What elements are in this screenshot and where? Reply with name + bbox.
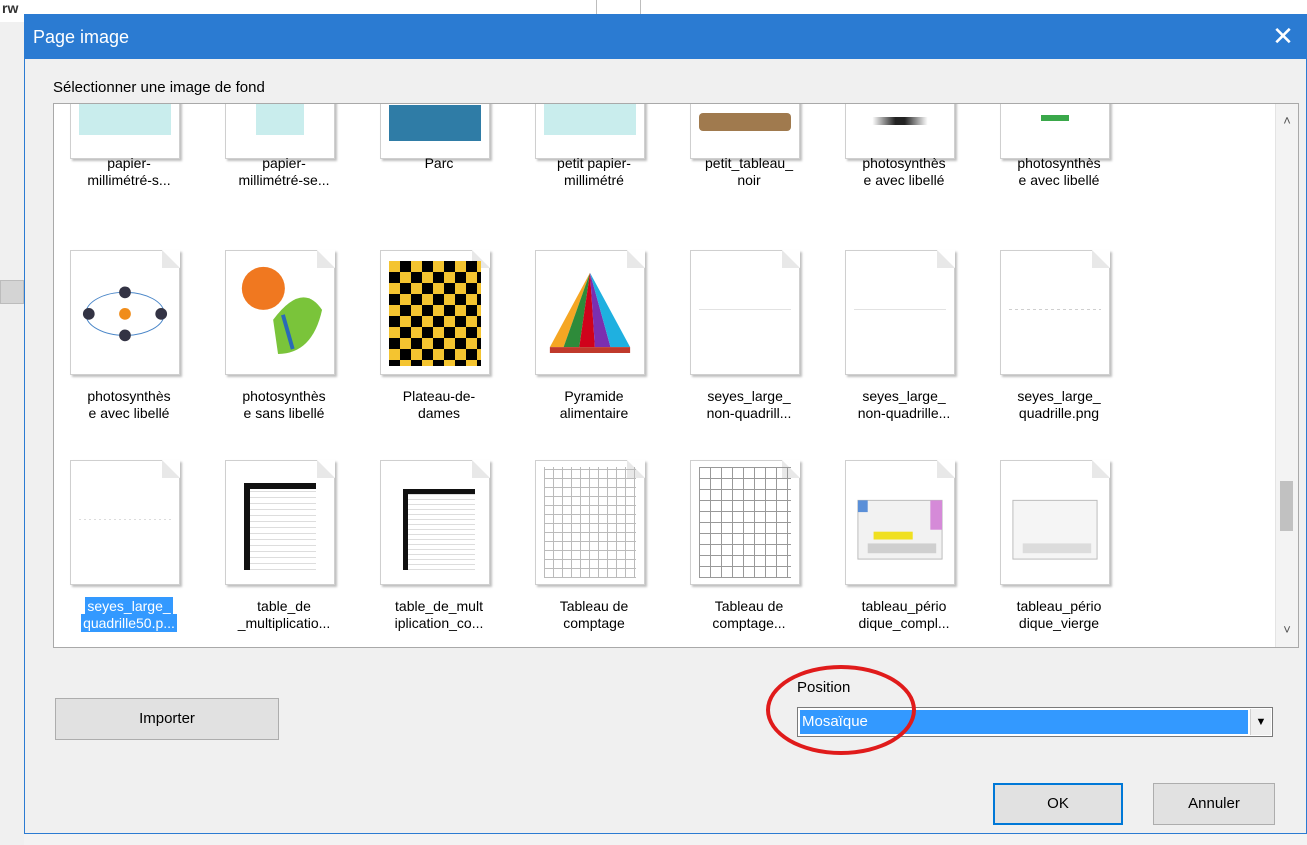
gallery-item[interactable]: table_de_mult iplication_co...: [364, 460, 514, 647]
close-icon[interactable]: ✕: [1268, 21, 1298, 51]
thumbnail-preview: [1009, 309, 1101, 310]
gallery-item[interactable]: photosynthès e avec libellé: [54, 250, 204, 450]
gallery-item-caption: papier-millimétré-s...: [87, 155, 171, 188]
thumbnail-preview: [854, 117, 946, 125]
gallery-scrollbar[interactable]: ˄ ˅: [1275, 104, 1298, 647]
thumbnail: [225, 250, 335, 375]
gallery-item-caption: photosynthès e avec libellé: [87, 388, 171, 421]
thumbnail: [845, 250, 955, 375]
cancel-button[interactable]: Annuler: [1153, 783, 1275, 825]
thumbnail-preview: [854, 309, 946, 310]
gallery-item[interactable]: table_de _multiplicatio...: [209, 460, 359, 647]
gallery-item-caption: Pyramide alimentaire: [559, 388, 629, 421]
thumbnail-preview: [544, 104, 636, 135]
thumbnail: [1000, 250, 1110, 375]
gallery-item[interactable]: Tableau de comptage: [519, 460, 669, 647]
gallery-item-caption: papier-millimétré-se...: [238, 155, 330, 188]
gallery-item[interactable]: tableau_pério dique_compl...: [829, 460, 979, 647]
gallery-item-caption-selected: seyes_large_ quadrille50.p...: [81, 597, 177, 632]
scroll-up-icon[interactable]: ˄: [1276, 110, 1298, 132]
thumbnail-preview: [82, 286, 168, 342]
thumbnail: [70, 460, 180, 585]
background-left-tab: [0, 280, 24, 304]
gallery-item[interactable]: seyes_large_ non-quadrill...: [674, 250, 824, 450]
image-gallery[interactable]: papier-millimétré-s... papier-millimétré…: [53, 103, 1299, 648]
dialog-title: Page image: [33, 27, 130, 47]
thumbnail: [70, 250, 180, 375]
gallery-item[interactable]: seyes_large_ quadrille50.p...: [54, 460, 204, 647]
thumbnail: [225, 460, 335, 585]
thumbnail-preview: [256, 104, 304, 135]
background-left-panel: [0, 22, 24, 845]
gallery-item-caption: tableau_pério dique_compl...: [858, 598, 950, 631]
gallery-item-caption: Tableau de comptage: [559, 598, 629, 631]
gallery-item-caption: photosynthès e avec libellé: [862, 155, 946, 188]
import-button[interactable]: Importer: [55, 698, 279, 740]
thumbnail-preview: [699, 309, 791, 310]
background-corner-text: rw: [2, 0, 19, 16]
gallery-item[interactable]: seyes_large_ non-quadrille...: [829, 250, 979, 450]
thumbnail: [380, 250, 490, 375]
thumbnail: [1000, 460, 1110, 585]
thumbnail: [225, 104, 335, 159]
gallery-item-caption: petit_tableau_ noir: [705, 155, 793, 188]
thumbnail-preview: [389, 261, 481, 366]
gallery-item-caption: table_de_mult iplication_co...: [394, 598, 484, 631]
thumbnail-preview: [79, 104, 171, 135]
gallery-item[interactable]: Plateau-de-dames: [364, 250, 514, 450]
thumbnail-preview: [544, 467, 636, 578]
gallery-item[interactable]: Tableau de comptage...: [674, 460, 824, 647]
gallery-item-caption: table_de _multiplicatio...: [237, 598, 331, 631]
page-image-dialog: Page image ✕ Sélectionner une image de f…: [24, 14, 1307, 834]
gallery-item-caption: petit papier-millimétré: [557, 155, 631, 188]
thumbnail-preview: [549, 272, 631, 353]
thumbnail-preview: [244, 483, 316, 570]
thumbnail: [70, 104, 180, 159]
select-background-label: Sélectionner une image de fond: [53, 79, 265, 96]
thumbnail-preview: [699, 113, 791, 131]
thumbnail: [535, 460, 645, 585]
thumbnail: [690, 460, 800, 585]
gallery-item-caption: seyes_large_ quadrille.png: [1017, 388, 1101, 421]
thumbnail: [535, 104, 645, 159]
scroll-down-icon[interactable]: ˅: [1276, 619, 1298, 641]
thumbnail: [380, 460, 490, 585]
thumbnail: [845, 104, 955, 159]
thumbnail-preview: [1041, 115, 1069, 121]
thumbnail-preview: [403, 489, 475, 570]
scroll-thumb[interactable]: [1280, 481, 1293, 531]
thumbnail-preview: [1012, 499, 1098, 560]
gallery-item[interactable]: photosynthès e sans libellé: [209, 250, 359, 450]
thumbnail-preview: [79, 519, 171, 520]
gallery-item-caption: photosynthès e sans libellé: [242, 388, 326, 421]
gallery-item[interactable]: Pyramide alimentaire: [519, 250, 669, 450]
gallery-item-caption: seyes_large_ non-quadrill...: [706, 388, 792, 421]
gallery-item[interactable]: tableau_pério dique_vierge: [984, 460, 1134, 647]
thumbnail: [690, 104, 800, 159]
gallery-item-caption: Tableau de comptage...: [712, 598, 786, 631]
thumbnail: [845, 460, 955, 585]
dialog-titlebar: Page image ✕: [25, 15, 1306, 59]
thumbnail: [380, 104, 490, 159]
gallery-item-caption: Plateau-de-dames: [402, 388, 476, 421]
gallery-item-caption: seyes_large_ non-quadrille...: [857, 388, 951, 421]
thumbnail-preview: [241, 266, 323, 354]
thumbnail-preview: [699, 467, 791, 578]
thumbnail: [690, 250, 800, 375]
thumbnail: [1000, 104, 1110, 159]
ok-button[interactable]: OK: [993, 783, 1123, 825]
thumbnail-preview: [389, 105, 481, 141]
highlight-annotation-circle: [766, 665, 916, 755]
gallery-item-caption: photosynthès e avec libellé: [1017, 155, 1101, 188]
thumbnail: [535, 250, 645, 375]
thumbnail-preview: [857, 499, 943, 560]
gallery-item-caption: tableau_pério dique_vierge: [1016, 598, 1102, 631]
dropdown-arrow-icon[interactable]: ▼: [1250, 709, 1271, 735]
gallery-item-caption: Parc: [424, 155, 454, 171]
gallery-item[interactable]: seyes_large_ quadrille.png: [984, 250, 1134, 450]
